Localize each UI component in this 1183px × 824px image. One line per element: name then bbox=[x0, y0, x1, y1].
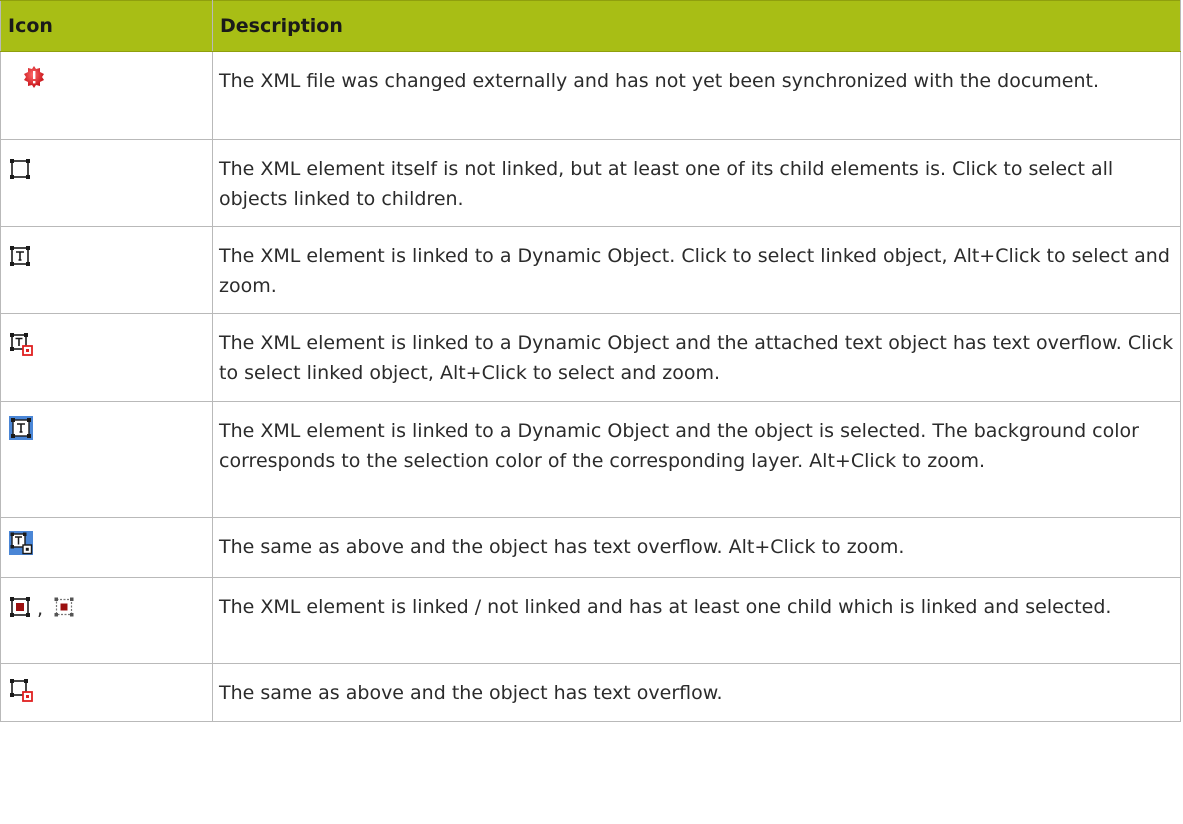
description-cell: The XML file was changed externally and … bbox=[212, 51, 1181, 140]
table-row: The XML element is linked to a Dynamic O… bbox=[0, 401, 1181, 518]
description-cell: The XML element is linked to a Dynamic O… bbox=[212, 401, 1181, 518]
description-cell: The same as above and the object has tex… bbox=[212, 517, 1181, 578]
selected-linked-text-frame-overflow-icon bbox=[9, 531, 33, 555]
description-cell: The XML element itself is not linked, bu… bbox=[212, 139, 1181, 227]
icon-cell bbox=[0, 139, 213, 227]
table-row: The XML element itself is not linked, bu… bbox=[0, 139, 1181, 227]
icon-cell: , bbox=[0, 577, 213, 664]
table-row: The XML element is linked to a Dynamic O… bbox=[0, 313, 1181, 402]
table-row: , The XML element is linked / not linked bbox=[0, 577, 1181, 664]
child-selected-frame-icon bbox=[9, 596, 31, 618]
table-row: The same as above and the object has tex… bbox=[0, 517, 1181, 578]
icon-cell bbox=[0, 401, 213, 518]
icon-separator: , bbox=[37, 598, 44, 620]
header-icon: Icon bbox=[0, 0, 213, 52]
icon-cell bbox=[0, 663, 213, 722]
linked-text-frame-overflow-icon bbox=[9, 332, 33, 356]
selected-linked-text-frame-icon bbox=[9, 416, 33, 440]
child-linked-frame-icon bbox=[9, 158, 31, 180]
icon-cell bbox=[0, 51, 213, 140]
child-selected-frame-small-icon bbox=[53, 596, 75, 618]
linked-text-frame-icon bbox=[9, 245, 31, 267]
warning-gear-icon bbox=[23, 65, 45, 89]
description-cell: The XML element is linked to a Dynamic O… bbox=[212, 226, 1181, 314]
icon-description-table: Icon Description The XML file was change… bbox=[0, 0, 1181, 722]
description-cell: The XML element is linked / not linked a… bbox=[212, 577, 1181, 664]
table-row: The same as above and the object has tex… bbox=[0, 663, 1181, 722]
child-frame-overflow-icon bbox=[9, 678, 33, 702]
description-cell: The XML element is linked to a Dynamic O… bbox=[212, 313, 1181, 402]
icon-cell bbox=[0, 313, 213, 402]
header-description: Description bbox=[212, 0, 1181, 52]
icon-cell bbox=[0, 517, 213, 578]
icon-cell bbox=[0, 226, 213, 314]
table-row: The XML file was changed externally and … bbox=[0, 51, 1181, 140]
table-row: The XML element is linked to a Dynamic O… bbox=[0, 226, 1181, 314]
description-cell: The same as above and the object has tex… bbox=[212, 663, 1181, 722]
table-header-row: Icon Description bbox=[0, 0, 1181, 52]
